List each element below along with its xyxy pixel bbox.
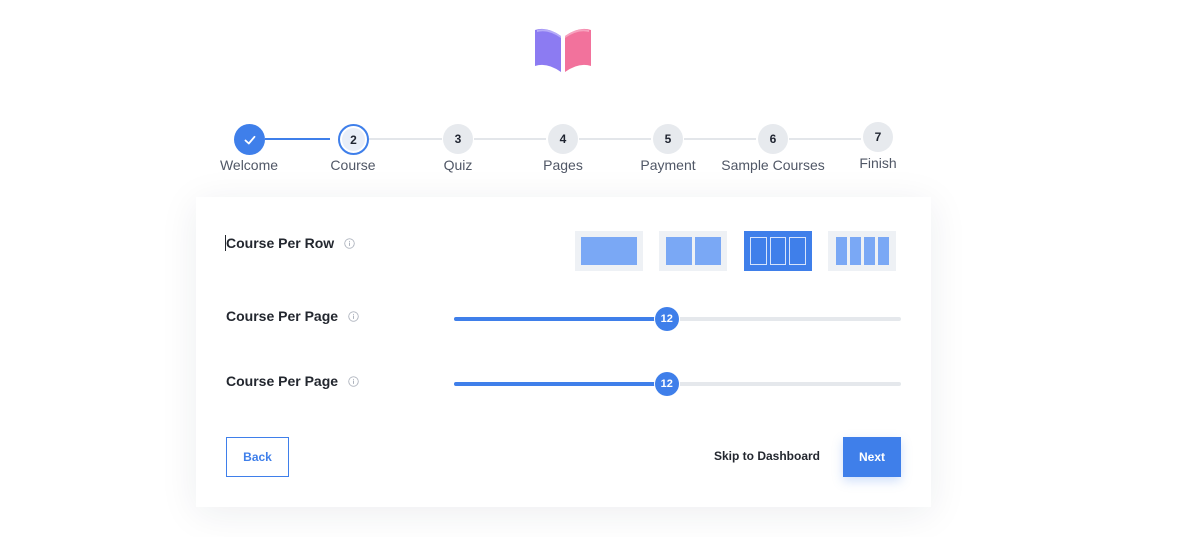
step-5-label: Payment xyxy=(640,157,696,173)
setup-wizard-page: Welcome 2 Course 3 Quiz 4 Pages 5 Paymen… xyxy=(0,0,1200,537)
step-1-label: Welcome xyxy=(219,157,279,173)
step-connector xyxy=(265,138,330,140)
step-connector xyxy=(579,138,651,140)
layout-block xyxy=(849,237,861,265)
layout-option-3-columns[interactable] xyxy=(744,231,812,271)
layout-option-2-columns[interactable] xyxy=(659,231,727,271)
step-3-label: Quiz xyxy=(443,157,473,173)
layout-block xyxy=(789,237,807,265)
step-1-circle[interactable] xyxy=(234,124,265,155)
slider-thumb[interactable]: 12 xyxy=(654,307,679,331)
layout-block xyxy=(769,237,787,265)
course-per-page-slider-2[interactable]: 12 xyxy=(454,371,901,397)
step-6-circle[interactable]: 6 xyxy=(758,124,788,154)
layout-block xyxy=(863,237,875,265)
layout-block xyxy=(750,237,767,265)
info-icon[interactable] xyxy=(348,375,359,387)
step-7-label: Finish xyxy=(859,155,897,171)
step-connector xyxy=(369,138,442,140)
course-per-page-label-2: Course Per Page xyxy=(226,373,339,389)
slider-thumb[interactable]: 12 xyxy=(654,372,679,396)
layout-option-4-columns[interactable] xyxy=(828,231,896,271)
course-per-page-label-1: Course Per Page xyxy=(226,308,339,324)
info-icon[interactable] xyxy=(348,310,359,322)
step-7-circle[interactable]: 7 xyxy=(863,122,893,152)
layout-block xyxy=(665,237,692,265)
step-connector xyxy=(684,138,756,140)
next-button[interactable]: Next xyxy=(843,437,901,477)
step-connector xyxy=(474,138,546,140)
course-per-page-row-1: Course Per Page xyxy=(226,308,359,324)
step-3-circle[interactable]: 3 xyxy=(443,124,473,154)
slider-fill xyxy=(454,382,667,386)
layout-block xyxy=(694,237,721,265)
course-per-page-slider-1[interactable]: 12 xyxy=(454,306,901,332)
course-per-row-row: Course Per Row xyxy=(226,235,355,251)
step-4-label: Pages xyxy=(543,157,583,173)
settings-card: Course Per Row Course Per Page 12 Course… xyxy=(196,197,931,507)
layout-option-1-column[interactable] xyxy=(575,231,643,271)
step-2-label: Course xyxy=(330,157,376,173)
back-button[interactable]: Back xyxy=(226,437,289,477)
step-5-circle[interactable]: 5 xyxy=(653,124,683,154)
checkmark-icon xyxy=(244,135,255,144)
layout-block xyxy=(877,237,889,265)
skip-to-dashboard-link[interactable]: Skip to Dashboard xyxy=(714,447,820,465)
slider-fill xyxy=(454,317,667,321)
course-per-row-label: Course Per Row xyxy=(226,235,335,251)
info-icon[interactable] xyxy=(344,237,355,249)
step-6-label: Sample Courses xyxy=(721,157,825,173)
layout-block xyxy=(581,237,637,265)
layout-block xyxy=(835,237,847,265)
step-2-circle[interactable]: 2 xyxy=(338,124,369,155)
step-4-circle[interactable]: 4 xyxy=(548,124,578,154)
course-per-page-row-2: Course Per Page xyxy=(226,373,359,389)
step-connector xyxy=(789,138,861,140)
progress-stepper: Welcome 2 Course 3 Quiz 4 Pages 5 Paymen… xyxy=(0,0,1200,190)
